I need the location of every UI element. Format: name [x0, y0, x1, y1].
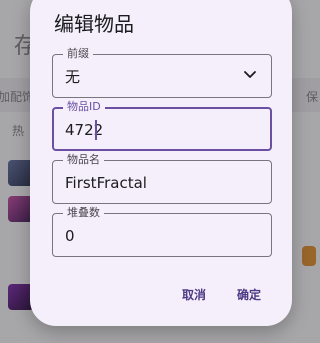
- edit-item-dialog: 编辑物品 前缀 无 物品ID 4722 物品名 FirstFractal 堆叠数…: [30, 0, 292, 326]
- item-name-value[interactable]: FirstFractal: [65, 173, 147, 193]
- item-id-field[interactable]: 物品ID 4722: [52, 100, 272, 151]
- item-id-value[interactable]: 4722: [65, 120, 103, 140]
- item-id-label: 物品ID: [63, 100, 105, 114]
- stack-count-field[interactable]: 堆叠数 0: [52, 206, 272, 257]
- prefix-dropdown[interactable]: 前缀 无: [52, 47, 272, 98]
- chevron-down-icon[interactable]: [243, 68, 257, 82]
- dialog-title: 编辑物品: [54, 12, 134, 36]
- prefix-value: 无: [65, 68, 81, 86]
- stack-count-value[interactable]: 0: [65, 226, 75, 246]
- confirm-button[interactable]: 确定: [237, 286, 261, 303]
- item-name-label: 物品名: [63, 153, 104, 167]
- stack-count-label: 堆叠数: [63, 206, 104, 220]
- text-cursor: [95, 120, 97, 140]
- prefix-label: 前缀: [63, 47, 93, 61]
- item-name-field[interactable]: 物品名 FirstFractal: [52, 153, 272, 204]
- cancel-button[interactable]: 取消: [182, 286, 206, 303]
